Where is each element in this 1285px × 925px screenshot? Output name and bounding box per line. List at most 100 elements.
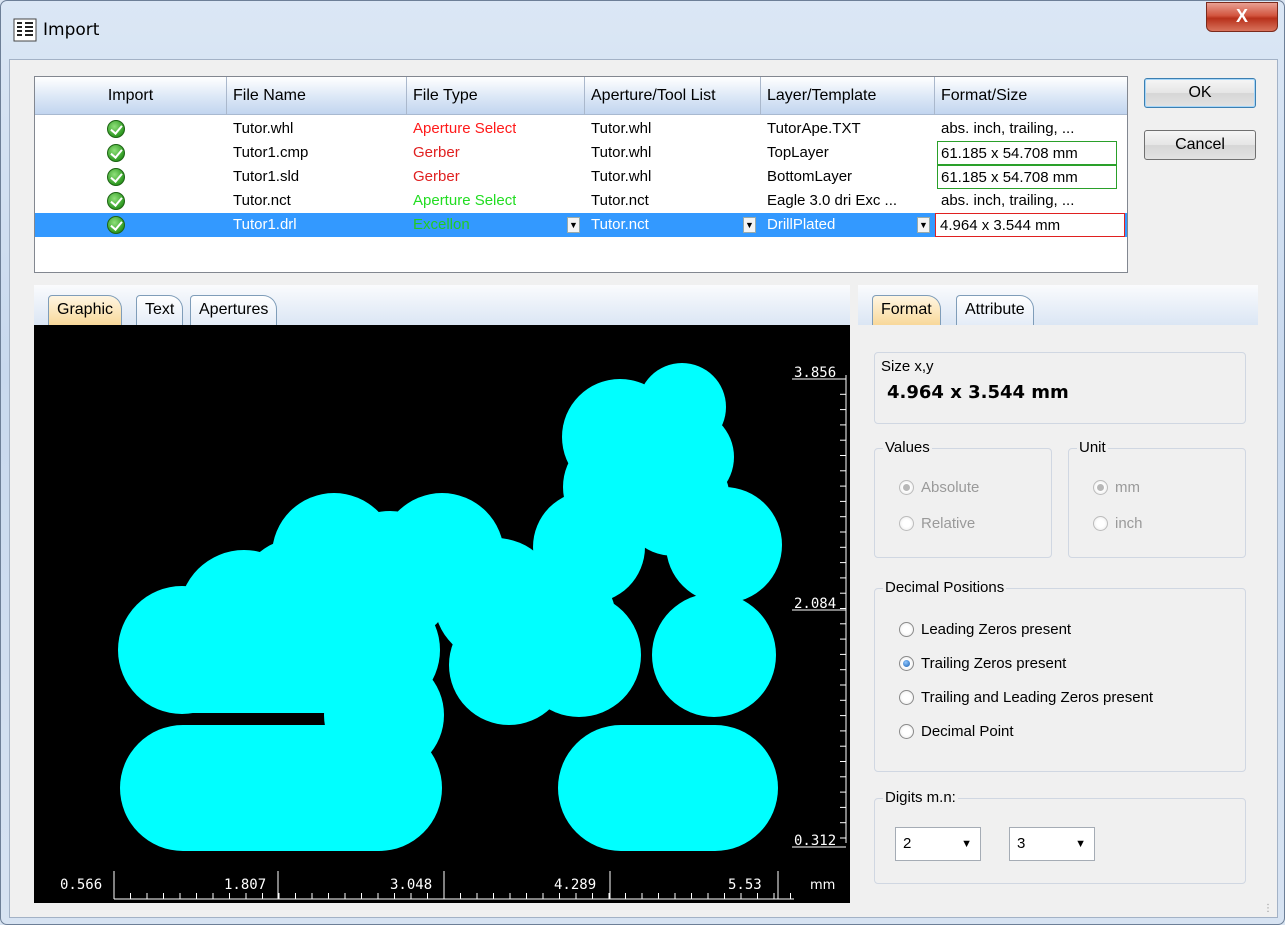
dialog-client-area: Import File Name File Type Aperture/Tool… (9, 59, 1278, 918)
drill-slot (120, 587, 440, 713)
digits-m-value: 2 (903, 835, 912, 852)
check-icon[interactable] (107, 144, 125, 162)
decimal-point-radio[interactable]: Decimal Point (899, 723, 1014, 741)
layer-cell[interactable]: Eagle 3.0 dri Exc ... (767, 189, 935, 213)
aperture-cell[interactable]: Tutor.whl (591, 141, 651, 165)
drill-hole (517, 593, 641, 717)
title-bar[interactable]: Import X (1, 1, 1284, 59)
column-header-format-size[interactable]: Format/Size (935, 77, 1127, 115)
size-group: Size x,y 4.964 x 3.544 mm (874, 352, 1246, 424)
layer-dropdown-arrow-icon[interactable]: ▼ (917, 217, 930, 233)
table-row[interactable]: Tutor1.cmp Gerber Tutor.whl TopLayer 61.… (35, 141, 1127, 165)
x-tick-label: 1.807 (224, 877, 266, 893)
x-tick-label: 4.289 (554, 877, 596, 893)
trailing-zeros-radio[interactable]: Trailing Zeros present (899, 655, 1066, 673)
table-row[interactable]: Tutor.nct Aperture Select Tutor.nct Eagl… (35, 189, 1127, 213)
chevron-down-icon: ▼ (1075, 838, 1086, 850)
relative-radio-label: Relative (921, 515, 976, 532)
file-name-cell: Tutor.nct (233, 192, 291, 209)
unit-group: Unit mm inch (1068, 439, 1246, 558)
column-header-layer-template[interactable]: Layer/Template (761, 77, 935, 115)
relative-radio[interactable]: Relative (899, 515, 975, 533)
aperture-cell[interactable]: Tutor.whl (591, 117, 651, 141)
left-tab-strip: Graphic Text Apertures (34, 285, 850, 325)
format-cell[interactable]: abs. inch, trailing, ... (941, 189, 1125, 213)
column-header-file-type[interactable]: File Type (407, 77, 585, 115)
trailing-and-leading-zeros-radio[interactable]: Trailing and Leading Zeros present (899, 689, 1153, 707)
aperture-cell[interactable]: Tutor.whl (591, 165, 651, 189)
resize-grip-icon[interactable]: ⋮ (1263, 903, 1273, 914)
leading-zeros-radio[interactable]: Leading Zeros present (899, 621, 1071, 639)
unit-group-title: Unit (1077, 439, 1108, 456)
values-group: Values Absolute Relative (874, 439, 1052, 558)
digits-group-title: Digits m.n: (883, 789, 958, 806)
file-name-cell: Tutor.whl (233, 120, 294, 137)
format-cell[interactable]: 61.185 x 54.708 mm (937, 165, 1117, 189)
tab-attribute[interactable]: Attribute (956, 295, 1034, 325)
column-header-file-name[interactable]: File Name (227, 77, 407, 115)
check-icon[interactable] (107, 120, 125, 138)
file-name-cell: Tutor1.sld (233, 168, 300, 185)
x-tick-label: 0.566 (60, 877, 102, 893)
file-type-cell[interactable]: Aperture Select (413, 189, 516, 213)
aperture-cell[interactable]: Tutor.nct (591, 189, 649, 213)
file-type-cell[interactable]: Gerber (413, 141, 460, 165)
column-header-import[interactable]: Import (35, 77, 227, 115)
decimal-positions-title: Decimal Positions (883, 579, 1007, 596)
layer-cell[interactable]: TutorApe.TXT (767, 117, 861, 141)
tab-graphic[interactable]: Graphic (48, 295, 123, 325)
size-value: 4.964 x 3.544 mm (887, 382, 1069, 403)
trailing-and-leading-zeros-label: Trailing and Leading Zeros present (921, 689, 1154, 706)
close-button[interactable]: X (1206, 2, 1278, 32)
trailing-zeros-label: Trailing Zeros present (921, 655, 1067, 672)
leading-zeros-label: Leading Zeros present (921, 621, 1072, 638)
format-cell[interactable]: 61.185 x 54.708 mm (937, 141, 1117, 165)
format-cell[interactable]: abs. inch, trailing, ... (941, 117, 1125, 141)
graphic-preview[interactable]: 3.856 2.084 0.312 0.566 1.807 3.048 4.28… (34, 325, 850, 903)
tab-text[interactable]: Text (136, 295, 184, 325)
aperture-dropdown-arrow-icon[interactable]: ▼ (743, 217, 756, 233)
right-tab-strip: Format Attribute (858, 285, 1258, 325)
file-type-cell[interactable]: Aperture Select (413, 117, 516, 141)
inch-radio-label: inch (1115, 515, 1143, 532)
check-icon[interactable] (107, 216, 125, 234)
table-row[interactable]: Tutor1.sld Gerber Tutor.whl BottomLayer … (35, 165, 1127, 189)
drill-hole-shapes (118, 363, 782, 851)
format-cell[interactable]: 4.964 x 3.544 mm (935, 213, 1125, 237)
decimal-point-label: Decimal Point (921, 723, 1014, 740)
ok-button[interactable]: OK (1144, 78, 1256, 108)
drill-hole (652, 593, 776, 717)
digits-m-select[interactable]: 2 ▼ (895, 827, 981, 861)
x-tick-label: 3.048 (390, 877, 432, 893)
inch-radio[interactable]: inch (1093, 515, 1143, 533)
file-table: Import File Name File Type Aperture/Tool… (34, 76, 1128, 273)
mm-radio-label: mm (1115, 479, 1140, 496)
absolute-radio[interactable]: Absolute (899, 479, 979, 497)
table-row-selected[interactable]: Tutor1.drl Excellon ▼ Tutor.nct ▼ DrillP… (35, 213, 1127, 237)
file-type-cell[interactable]: Gerber (413, 165, 460, 189)
tab-apertures[interactable]: Apertures (190, 295, 278, 325)
layer-cell[interactable]: DrillPlated (767, 213, 835, 237)
column-header-aperture-tool-list[interactable]: Aperture/Tool List (585, 77, 761, 115)
layer-cell[interactable]: BottomLayer (767, 165, 852, 189)
file-type-dropdown-arrow-icon[interactable]: ▼ (567, 217, 580, 233)
file-type-cell[interactable]: Excellon (413, 213, 470, 237)
unit-label: mm (810, 878, 835, 893)
check-icon[interactable] (107, 168, 125, 186)
layer-cell[interactable]: TopLayer (767, 141, 829, 165)
tab-format[interactable]: Format (872, 295, 941, 325)
file-name-cell: Tutor1.drl (233, 216, 297, 233)
values-group-title: Values (883, 439, 932, 456)
cancel-button[interactable]: Cancel (1144, 130, 1256, 160)
chevron-down-icon: ▼ (961, 838, 972, 850)
mm-radio[interactable]: mm (1093, 479, 1140, 497)
y-tick-label: 0.312 (794, 833, 836, 849)
table-row[interactable]: Tutor.whl Aperture Select Tutor.whl Tuto… (35, 117, 1127, 141)
y-tick-label: 2.084 (794, 596, 836, 612)
import-dialog: Import X Import File Name File Type Aper… (0, 0, 1285, 925)
close-icon: X (1235, 6, 1248, 26)
digits-n-select[interactable]: 3 ▼ (1009, 827, 1095, 861)
check-icon[interactable] (107, 192, 125, 210)
drill-hole (666, 487, 782, 603)
aperture-cell[interactable]: Tutor.nct (591, 213, 649, 237)
